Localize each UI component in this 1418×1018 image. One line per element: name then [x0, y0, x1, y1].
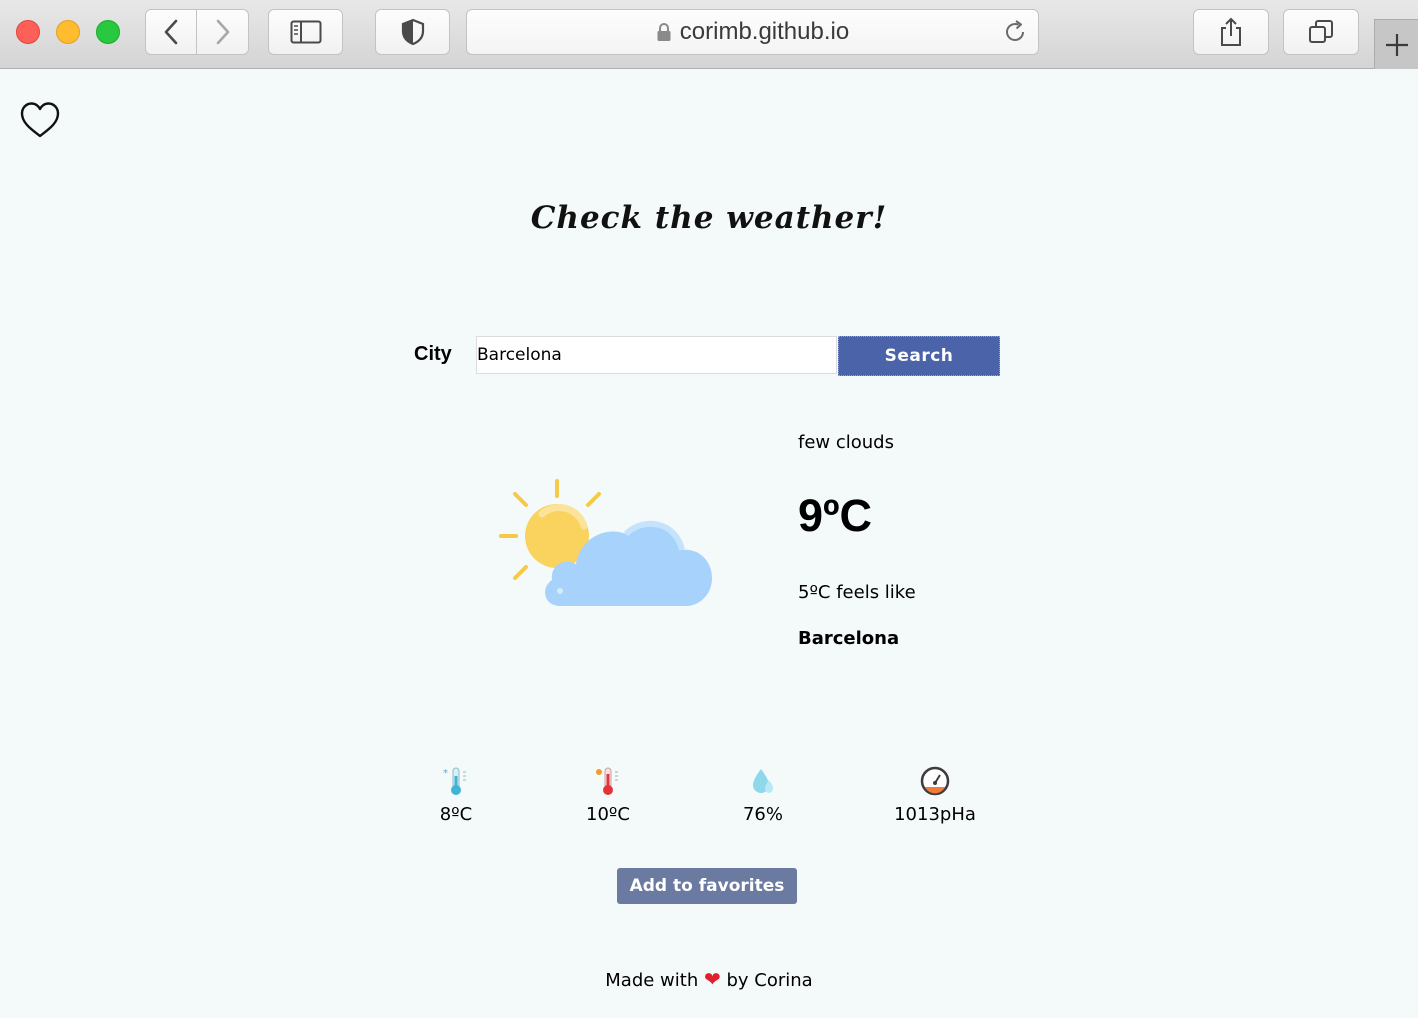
- min-temperature-stat: * 8ºC: [396, 765, 516, 825]
- pressure-stat: 1013pHa: [875, 765, 995, 825]
- humidity-drop-icon: [753, 769, 773, 793]
- sidebar-button[interactable]: [268, 9, 343, 55]
- city-input[interactable]: [476, 336, 837, 374]
- thermometer-hot-icon: [596, 767, 618, 795]
- sun-behind-cloud-icon: [499, 479, 712, 606]
- back-button[interactable]: [145, 9, 197, 55]
- pressure-gauge-icon: [920, 766, 950, 796]
- url-text: corimb.github.io: [679, 18, 850, 45]
- forward-button[interactable]: [197, 9, 249, 55]
- new-tab-button[interactable]: [1374, 19, 1418, 69]
- heart-icon: ❤: [703, 967, 721, 991]
- min-temperature-value: 8ºC: [439, 804, 473, 825]
- reload-icon[interactable]: [1002, 19, 1028, 45]
- close-window-button[interactable]: [16, 20, 40, 44]
- zoom-window-button[interactable]: [96, 20, 120, 44]
- favorites-heart-icon[interactable]: [19, 100, 61, 140]
- current-temperature: 9ºC: [798, 490, 872, 541]
- chevron-right-icon: [216, 19, 229, 45]
- max-temperature-value: 10ºC: [586, 804, 630, 825]
- weather-description: few clouds: [798, 432, 894, 453]
- city-name: Barcelona: [798, 628, 900, 649]
- footer-text-before: Made with: [605, 970, 699, 991]
- plus-icon: [1385, 33, 1408, 56]
- tabs-overview-button[interactable]: [1283, 9, 1359, 55]
- tabs-icon: [1309, 20, 1333, 43]
- browser-toolbar: corimb.github.io: [0, 0, 1418, 69]
- address-bar[interactable]: corimb.github.io: [466, 9, 1039, 55]
- city-label: City: [414, 343, 452, 365]
- minimize-window-button[interactable]: [56, 20, 80, 44]
- footer: Made with ❤ by Corina: [0, 967, 1418, 991]
- search-button[interactable]: Search: [838, 336, 1000, 376]
- pressure-value: 1013pHa: [894, 804, 976, 825]
- share-button[interactable]: [1193, 9, 1269, 55]
- sidebar-icon: [290, 20, 321, 44]
- share-icon: [1221, 17, 1241, 46]
- chevron-left-icon: [164, 19, 178, 45]
- add-to-favorites-button[interactable]: Add to favorites: [617, 868, 797, 904]
- thermometer-cold-icon: *: [443, 767, 466, 795]
- shield-icon: [401, 18, 424, 46]
- footer-text-after: by Corina: [726, 970, 813, 991]
- humidity-value: 76%: [742, 804, 783, 825]
- humidity-stat: 76%: [703, 765, 823, 825]
- privacy-shield-button[interactable]: [375, 9, 450, 55]
- feels-like-temperature: 5ºC feels like: [798, 582, 916, 603]
- max-temperature-stat: 10ºC: [548, 765, 668, 825]
- svg-text:*: *: [443, 768, 448, 779]
- lock-icon: [657, 23, 671, 41]
- page-title: Check the weather!: [530, 200, 888, 236]
